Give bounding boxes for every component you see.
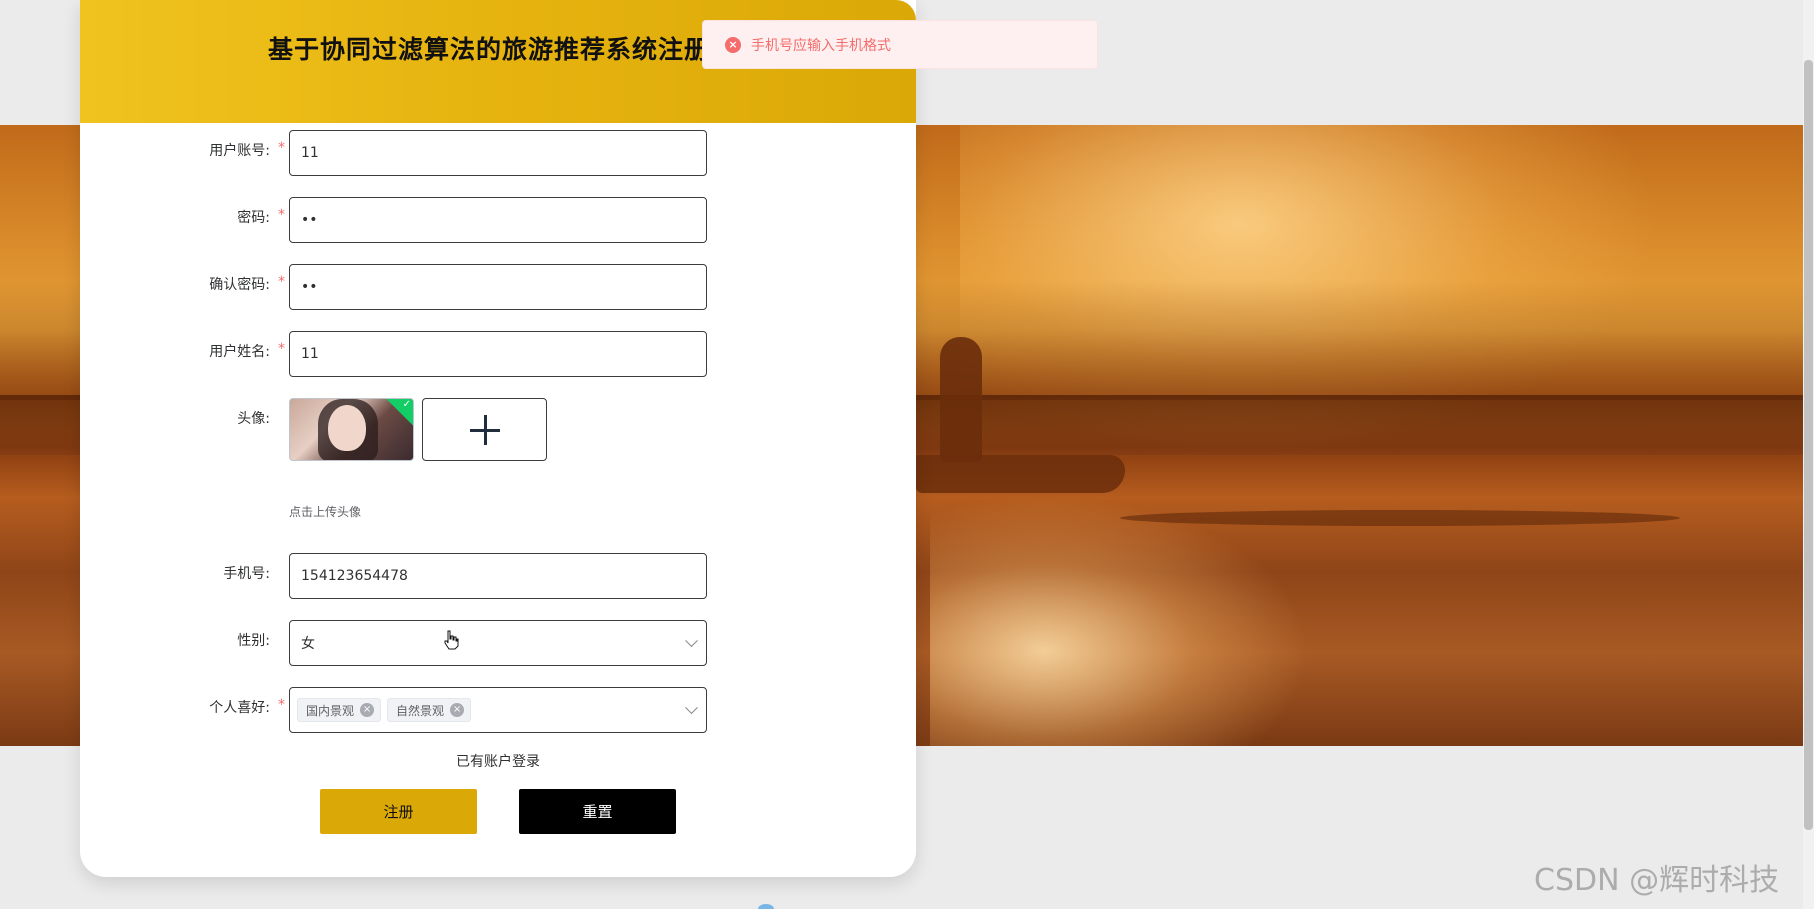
- chevron-down-icon: [685, 701, 698, 715]
- password-input[interactable]: ••: [289, 197, 707, 243]
- boat-wake: [1120, 510, 1680, 526]
- check-icon: ✓: [402, 398, 411, 410]
- real-name-label: 用户姓名:: [209, 344, 270, 360]
- real-name-value: 11: [301, 346, 319, 362]
- required-mark: *: [278, 140, 285, 156]
- upload-success-badge: ✓: [385, 398, 413, 426]
- error-toast: × 手机号应输入手机格式: [702, 20, 1098, 69]
- reset-button[interactable]: 重置: [519, 789, 676, 834]
- real-name-input[interactable]: 11: [289, 331, 707, 377]
- gender-label: 性别:: [237, 633, 270, 649]
- hobby-tag-label: 国内景观: [306, 703, 355, 718]
- avatar-thumbnail[interactable]: ✓: [289, 398, 414, 461]
- confirm-password-input[interactable]: ••: [289, 264, 707, 310]
- hand-cursor-icon: [444, 630, 459, 650]
- hobbies-multiselect[interactable]: 国内景观 × 自然景观 ×: [289, 687, 707, 733]
- csdn-watermark: CSDN @辉时科技: [1534, 863, 1780, 898]
- hobby-tag-label: 自然景观: [396, 703, 445, 718]
- hobbies-label: 个人喜好:: [209, 700, 270, 716]
- error-circle-icon: ×: [725, 36, 741, 53]
- confirm-password-label: 确认密码:: [209, 277, 270, 293]
- hobby-tag: 国内景观 ×: [297, 698, 382, 722]
- register-card: 基于协同过滤算法的旅游推荐系统注册 用户账号: * 11 密码: * •• 确认…: [80, 0, 916, 877]
- account-value: 11: [301, 145, 319, 161]
- gender-select[interactable]: 女: [289, 620, 707, 666]
- account-input[interactable]: 11: [289, 130, 707, 176]
- tag-close-icon[interactable]: ×: [360, 703, 375, 717]
- avatar-label: 头像:: [237, 411, 270, 427]
- login-link[interactable]: 已有账户登录: [80, 751, 916, 771]
- avatar-face: [328, 405, 366, 451]
- phone-input[interactable]: 154123654478: [289, 553, 707, 599]
- required-mark: *: [278, 341, 285, 357]
- account-label: 用户账号:: [209, 143, 270, 159]
- password-value: ••: [301, 212, 318, 228]
- fisherman-silhouette: [940, 337, 982, 462]
- phone-value: 154123654478: [301, 568, 408, 584]
- water-sparkle: [930, 495, 1310, 746]
- required-mark: *: [278, 274, 285, 290]
- confirm-password-value: ••: [301, 279, 318, 295]
- required-mark: *: [278, 207, 285, 223]
- hobby-tag: 自然景观 ×: [387, 698, 472, 722]
- gender-value: 女: [301, 636, 315, 652]
- avatar-upload-hint: 点击上传头像: [289, 505, 362, 519]
- password-label: 密码:: [237, 210, 270, 226]
- plus-icon: [469, 414, 500, 445]
- chevron-down-icon: [685, 634, 698, 648]
- register-button[interactable]: 注册: [320, 789, 477, 834]
- toast-message: 手机号应输入手机格式: [751, 37, 891, 54]
- scrollbar-thumb[interactable]: [1804, 60, 1813, 830]
- phone-label: 手机号:: [223, 566, 270, 582]
- required-mark: *: [278, 697, 285, 713]
- page-scrollbar[interactable]: [1803, 0, 1814, 909]
- avatar-upload-button[interactable]: [422, 398, 547, 461]
- tag-close-icon[interactable]: ×: [450, 703, 465, 717]
- floating-dot: [758, 904, 774, 909]
